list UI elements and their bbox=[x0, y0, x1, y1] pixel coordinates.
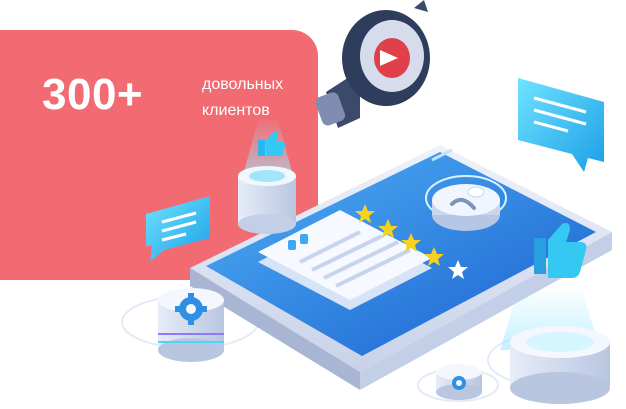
megaphone-icon bbox=[315, 0, 430, 128]
isometric-illustration bbox=[121, 0, 612, 404]
thumbs-up-platform bbox=[238, 120, 296, 234]
chat-bubble-icon bbox=[146, 196, 210, 262]
gear-disc bbox=[436, 364, 482, 400]
right-platform bbox=[500, 290, 610, 404]
gear-platform bbox=[158, 288, 224, 362]
chat-bubble-icon bbox=[518, 78, 604, 172]
hero-banner: 300+ довольных клиентов bbox=[0, 0, 626, 409]
gear-icon bbox=[452, 376, 466, 390]
